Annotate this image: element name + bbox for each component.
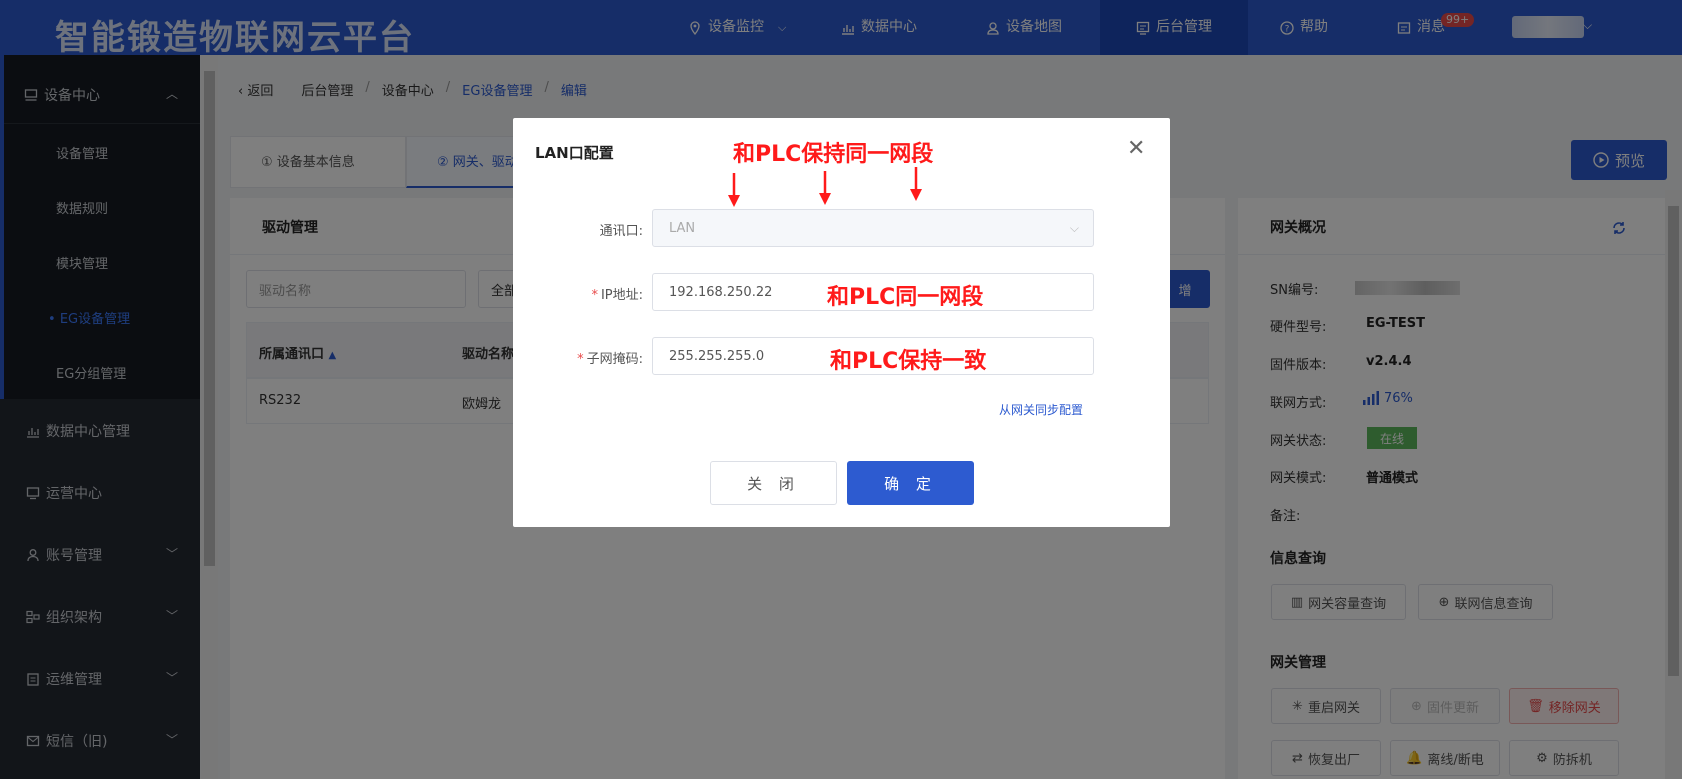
annotation-mask: 和PLC保持一致: [830, 349, 987, 374]
ip-address-value: 192.168.250.22: [669, 284, 773, 300]
annotation-ip: 和PLC同一网段: [827, 285, 984, 310]
subnet-mask-value: 255.255.255.0: [669, 348, 765, 364]
ip-label-text: IP地址:: [600, 288, 643, 303]
port-select[interactable]: LAN ⌵: [652, 209, 1094, 247]
sync-from-gateway-link[interactable]: 从网关同步配置: [999, 401, 1083, 418]
port-label: 通讯口:: [599, 224, 643, 239]
close-icon[interactable]: ✕: [1127, 136, 1145, 161]
port-value: LAN: [669, 220, 696, 236]
confirm-button[interactable]: 确 定: [847, 461, 974, 505]
arrow-down-icon: [819, 171, 831, 205]
arrow-down-icon: [910, 167, 922, 201]
annotation-top: 和PLC保持同一网段: [733, 142, 934, 167]
subnet-mask-label-text: 子网掩码:: [586, 352, 643, 367]
lan-config-dialog: LAN口配置 ✕ 通讯口: LAN ⌵ * IP地址: 192.168.250.2…: [513, 118, 1170, 527]
dialog-title: LAN口配置: [535, 144, 614, 162]
arrow-down-icon: [728, 173, 740, 207]
subnet-mask-label: * 子网掩码:: [577, 352, 643, 367]
cancel-button[interactable]: 关 闭: [710, 461, 837, 505]
ip-label: * IP地址:: [591, 288, 643, 303]
chevron-down-icon: ⌵: [1069, 220, 1079, 235]
